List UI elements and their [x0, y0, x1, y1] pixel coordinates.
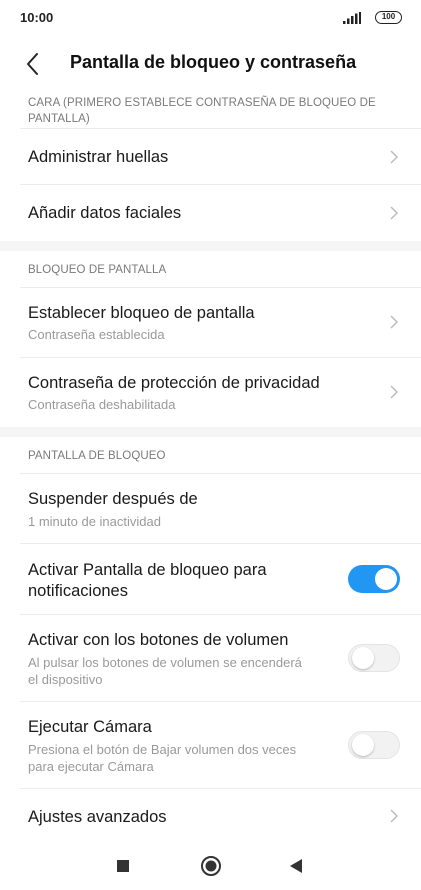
item-subtitle-line: Al pulsar los botones de volumen se ence…	[28, 655, 302, 670]
item-title: Contraseña de protección de privacidad	[28, 374, 320, 392]
battery-icon: 100	[375, 11, 402, 24]
item-contrasena-privacidad[interactable]: Contraseña de protección de privacidad C…	[0, 358, 421, 426]
section-header-screen-lock: BLOQUEO DE PANTALLA	[28, 264, 167, 276]
item-subtitle: 1 minuto de inactividad	[28, 514, 161, 529]
item-title: Activar Pantalla de bloqueo para notific…	[28, 560, 267, 602]
item-suspender-despues[interactable]: Suspender después de 1 minuto de inactiv…	[0, 474, 421, 542]
back-button[interactable]	[18, 50, 48, 78]
recents-square-icon	[117, 860, 129, 872]
section-header-line: PANTALLA)	[28, 113, 90, 125]
chevron-right-icon	[390, 809, 399, 823]
item-title: Activar con los botones de volumen	[28, 631, 289, 649]
volume-buttons-toggle[interactable]	[348, 644, 400, 672]
item-subtitle-line: para ejecutar Cámara	[28, 759, 154, 774]
item-title: Suspender después de	[28, 490, 198, 508]
item-subtitle: Contraseña deshabilitada	[28, 397, 176, 412]
item-title: Ejecutar Cámara	[28, 718, 152, 736]
item-ajustes-avanzados[interactable]: Ajustes avanzados	[0, 789, 421, 842]
section-header-face: CARA (PRIMERO ESTABLECE CONTRASEÑA DE BL…	[28, 95, 376, 127]
camera-toggle[interactable]	[348, 731, 400, 759]
section-header-line: CARA (PRIMERO ESTABLECE CONTRASEÑA DE BL…	[28, 97, 376, 109]
item-subtitle: Contraseña establecida	[28, 327, 165, 342]
signal-icon	[343, 12, 361, 24]
item-subtitle: Presiona el botón de Bajar volumen dos v…	[28, 741, 296, 775]
recents-button[interactable]	[109, 852, 137, 880]
item-activar-volumen[interactable]: Activar con los botones de volumen Al pu…	[0, 615, 421, 701]
chevron-left-icon	[27, 53, 38, 75]
navigation-bar	[0, 842, 421, 890]
home-circle-icon	[201, 856, 221, 876]
item-subtitle: Al pulsar los botones de volumen se ence…	[28, 654, 302, 688]
item-title: Ajustes avanzados	[28, 808, 167, 826]
status-bar: 10:00 100	[0, 0, 421, 36]
back-triangle-icon	[290, 859, 302, 873]
item-administrar-huellas[interactable]: Administrar huellas	[0, 129, 421, 184]
section-gap	[0, 427, 421, 437]
item-establecer-bloqueo[interactable]: Establecer bloqueo de pantalla Contraseñ…	[0, 288, 421, 356]
chevron-right-icon	[390, 206, 399, 220]
item-anadir-datos-faciales[interactable]: Añadir datos faciales	[0, 185, 421, 240]
toggle-knob	[352, 734, 374, 756]
toggle-knob	[375, 568, 397, 590]
chevron-right-icon	[390, 150, 399, 164]
status-time: 10:00	[20, 10, 54, 25]
notifications-toggle[interactable]	[348, 565, 400, 593]
chevron-right-icon	[390, 385, 399, 399]
item-ejecutar-camara[interactable]: Ejecutar Cámara Presiona el botón de Baj…	[0, 702, 421, 788]
toggle-knob	[352, 647, 374, 669]
section-gap	[0, 241, 421, 251]
section-header-lock-screen: PANTALLA DE BLOQUEO	[28, 450, 166, 462]
item-title-line: Activar Pantalla de bloqueo para	[28, 561, 267, 579]
item-subtitle-line: el dispositivo	[28, 672, 103, 687]
app-header: Pantalla de bloqueo y contraseña	[0, 38, 421, 90]
item-title: Administrar huellas	[28, 148, 169, 166]
chevron-right-icon	[390, 315, 399, 329]
item-title: Añadir datos faciales	[28, 204, 182, 222]
item-subtitle-line: Presiona el botón de Bajar volumen dos v…	[28, 742, 297, 757]
item-title-line: notificaciones	[28, 582, 128, 600]
item-activar-notificaciones[interactable]: Activar Pantalla de bloqueo para notific…	[0, 544, 421, 614]
home-button[interactable]	[197, 852, 225, 880]
page-title: Pantalla de bloqueo y contraseña	[70, 52, 357, 72]
back-nav-button[interactable]	[282, 852, 310, 880]
item-title: Establecer bloqueo de pantalla	[28, 304, 255, 322]
